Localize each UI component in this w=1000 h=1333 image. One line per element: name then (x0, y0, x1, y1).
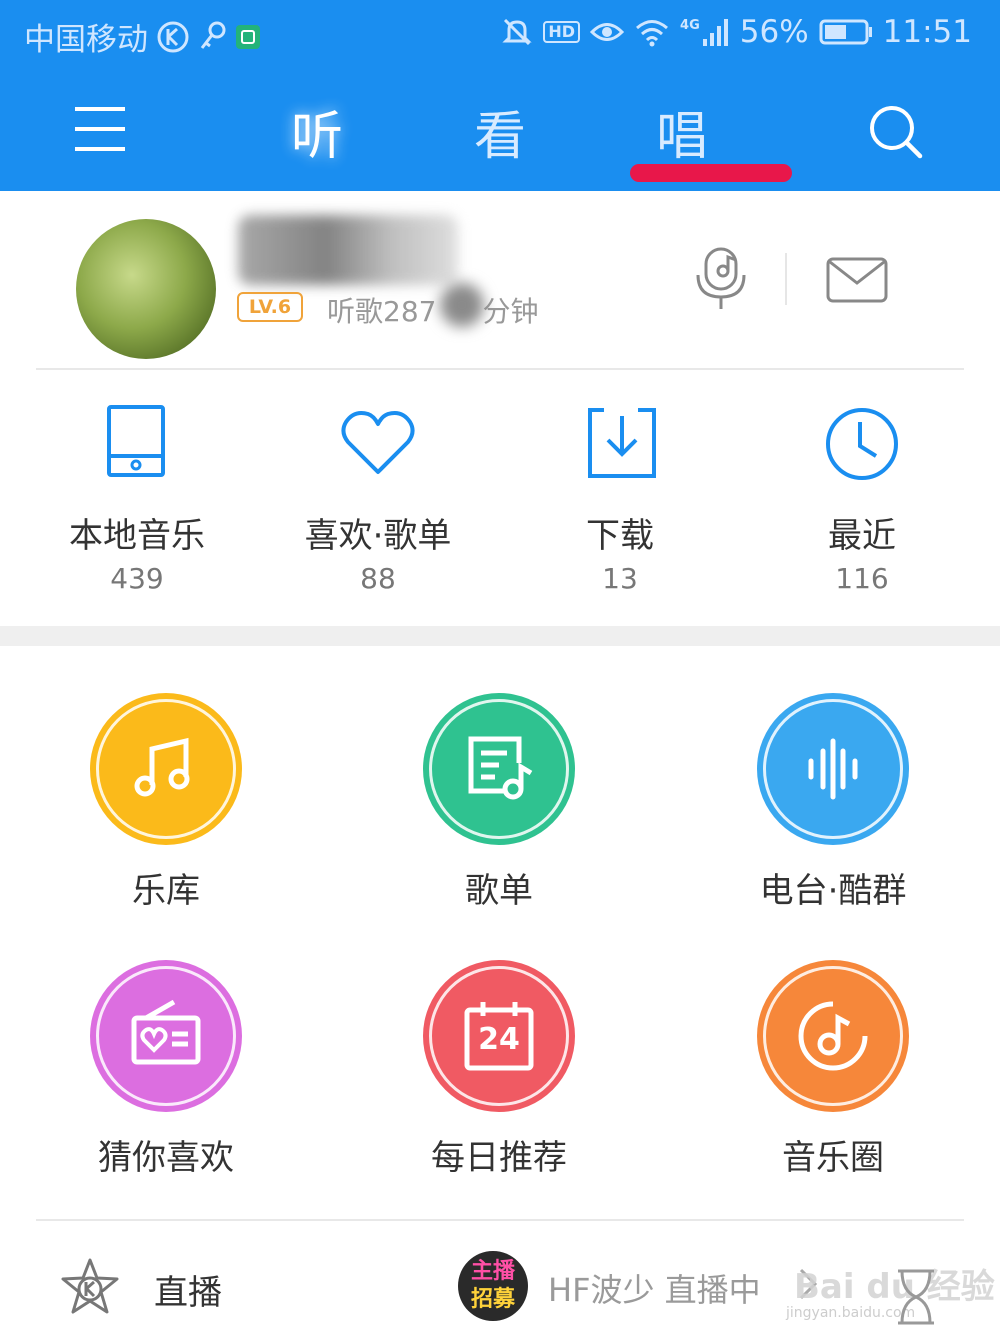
anchor-badge-line2: 招募 (470, 1287, 515, 1312)
feature-daily-recommend[interactable]: 24 每日推荐 (359, 960, 639, 1200)
listen-time-suffix: 分钟 (482, 295, 539, 328)
feature-circle (423, 693, 575, 845)
top-tabbar: 听 看 唱 (0, 82, 1000, 182)
live-label: 直播 (154, 1273, 222, 1313)
download-icon (580, 404, 660, 484)
feature-music-circle[interactable]: 音乐圈 (693, 960, 973, 1200)
avatar[interactable] (76, 219, 216, 359)
wifi-icon (634, 17, 670, 47)
app-header: 中国移动 HD 4G 56% 11:51 听 看 唱 (0, 0, 1000, 191)
tablet-icon (97, 404, 177, 484)
feature-label: 电台·酷群 (759, 871, 907, 911)
feature-circle: 24 (423, 960, 575, 1112)
feature-label: 乐库 (132, 871, 200, 911)
quick-count: 439 (110, 562, 164, 595)
quick-label: 本地音乐 (69, 516, 205, 556)
hd-icon: HD (543, 21, 581, 43)
feature-circle (90, 960, 242, 1112)
live-row[interactable]: 直播 主播 招募 HF波少 直播中 Bai du 经验 jingyan.baid… (0, 1221, 1000, 1333)
key-icon (198, 20, 228, 54)
anchor-badge-line1: 主播 (470, 1259, 515, 1284)
soundwave-icon (793, 729, 873, 809)
clock-icon (822, 404, 902, 484)
mute-icon (501, 16, 533, 48)
feature-label: 歌单 (465, 871, 533, 911)
tab-watch[interactable]: 看 (440, 94, 560, 169)
feature-circle (90, 693, 242, 845)
feature-label: 猜你喜欢 (98, 1138, 234, 1178)
feature-playlists[interactable]: 歌单 (359, 693, 639, 933)
battery-icon (819, 19, 873, 45)
listen-time-prefix: 听歌287 (327, 295, 437, 328)
status-bar: 中国移动 HD 4G 56% 11:51 (0, 0, 1000, 72)
live-anchor-text: HF波少 直播中 (548, 1271, 761, 1309)
quick-label: 喜欢·歌单 (304, 516, 452, 556)
quick-label: 最近 (828, 516, 896, 556)
listen-time: 听歌287 分钟 (327, 290, 538, 330)
app-green-icon (236, 24, 260, 49)
playlist-icon (459, 729, 539, 809)
feature-music-library[interactable]: 乐库 (26, 693, 306, 933)
quick-count: 116 (835, 562, 889, 595)
quick-label: 下载 (586, 516, 654, 556)
calendar-icon: 24 (459, 996, 539, 1076)
listen-time-blurred (440, 283, 484, 327)
feature-circle (757, 960, 909, 1112)
eye-icon (590, 19, 625, 45)
feature-label: 每日推荐 (431, 1138, 567, 1178)
karaoke-mic-icon[interactable] (696, 247, 752, 311)
music-disc-icon (793, 996, 873, 1076)
quick-count: 13 (602, 562, 638, 595)
profile-card[interactable]: LV.6 听歌287 分钟 (0, 191, 1000, 369)
tab-sing-highlight (630, 164, 792, 182)
anchor-avatar[interactable]: 主播 招募 (458, 1251, 528, 1321)
feature-label: 音乐圈 (782, 1138, 884, 1178)
section-separator (0, 626, 1000, 646)
radio-heart-icon (126, 996, 206, 1076)
k-circle-icon (156, 20, 190, 54)
network-label: 4G (680, 17, 700, 33)
profile-divider (785, 253, 787, 305)
quick-count: 88 (360, 562, 396, 595)
calendar-day: 24 (478, 1022, 520, 1057)
feature-circle (757, 693, 909, 845)
mail-icon[interactable] (826, 257, 888, 303)
status-left: 中国移动 (24, 14, 260, 59)
hourglass-icon[interactable] (890, 1267, 942, 1327)
k-star-icon (60, 1257, 120, 1317)
carrier-label: 中国移动 (24, 22, 148, 58)
quick-stats: 本地音乐 439 喜欢·歌单 88 下载 13 最近 116 (0, 370, 1000, 626)
music-note-icon (126, 729, 206, 809)
tab-sing[interactable]: 唱 (622, 94, 742, 169)
level-badge: LV.6 (237, 292, 303, 322)
clock-time: 11:51 (882, 14, 972, 50)
username-blurred (238, 215, 458, 285)
menu-icon[interactable] (72, 104, 128, 154)
heart-icon (338, 404, 418, 484)
tab-listen[interactable]: 听 (257, 94, 377, 169)
feature-guess-you-like[interactable]: 猜你喜欢 (26, 960, 306, 1200)
status-right: HD 4G 56% 11:51 (501, 14, 972, 50)
search-icon[interactable] (866, 102, 924, 160)
battery-percent: 56% (739, 14, 809, 50)
feature-radio-groups[interactable]: 电台·酷群 (693, 693, 973, 933)
signal-icon: 4G (680, 17, 730, 47)
